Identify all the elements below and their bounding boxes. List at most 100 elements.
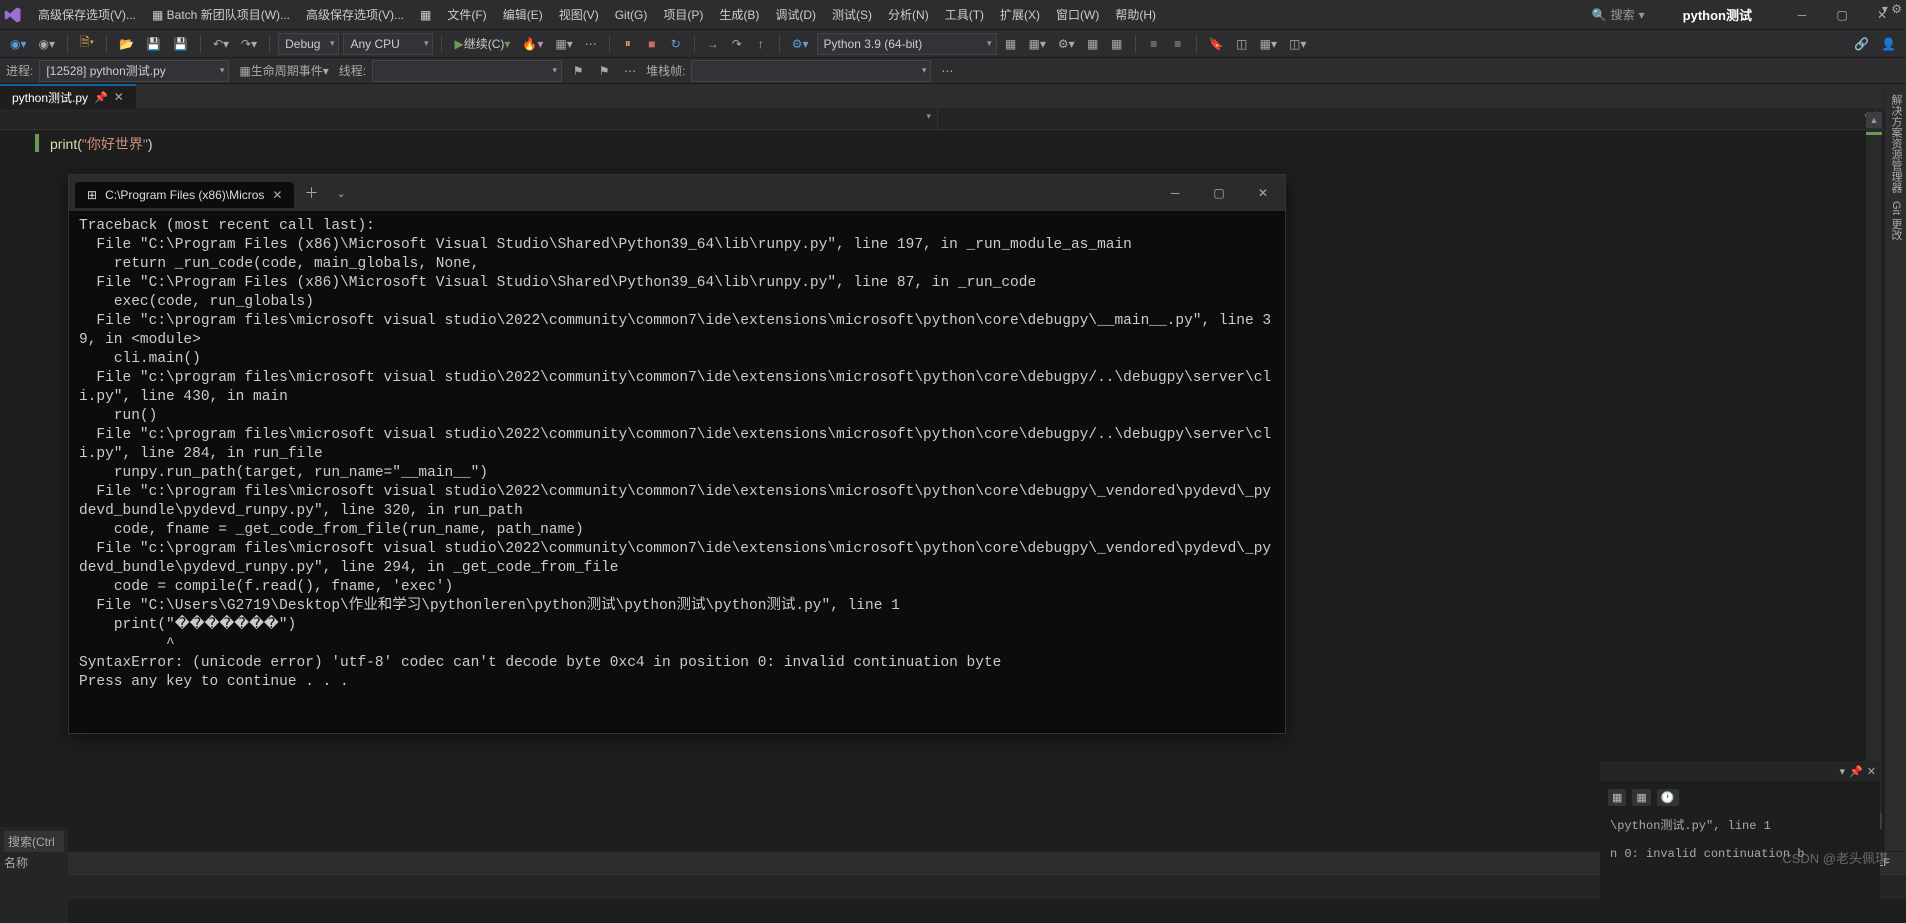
t3[interactable]: ⚙▾ (1054, 33, 1079, 55)
flag1-icon[interactable]: ⚑ (568, 60, 588, 82)
share-button[interactable]: 🔗 (1850, 33, 1873, 55)
title-extra-1[interactable]: 高级保存选项(V)... (30, 2, 144, 27)
nav-fwd-button[interactable]: ◉▾ (35, 33, 60, 55)
watermark: CSDN @老头佩琪 (1782, 848, 1888, 867)
python-env-dropdown[interactable]: Python 3.9 (64-bit) (817, 33, 997, 55)
step-out-button[interactable]: ↑ (751, 33, 771, 55)
nav-scope-dropdown[interactable] (0, 108, 938, 129)
t1[interactable]: ▦ (1001, 33, 1021, 55)
stack-more-icon[interactable]: ⋯ (937, 60, 957, 82)
lifecycle-button[interactable]: ▦ 生命周期事件 ▾ (235, 60, 332, 82)
project-name: python测试 (1653, 5, 1782, 24)
menu-test[interactable]: 测试(S) (824, 2, 880, 27)
t4[interactable]: ▦ (1083, 33, 1103, 55)
title-extra-2[interactable]: ▦ Batch 新团队项目(W)... (144, 2, 298, 27)
menu-git[interactable]: Git(G) (607, 4, 656, 26)
misc-button[interactable]: ⋯ (581, 33, 601, 55)
output-panel: ▦ ▦ 🕐 \python测试.py", line 1 n 0: invalid… (1600, 781, 1880, 899)
vs-logo-icon (4, 6, 22, 24)
menu-project[interactable]: 项目(P) (655, 2, 711, 27)
config-dropdown[interactable]: Debug (278, 33, 339, 55)
br-icon-2[interactable]: ▦ (1632, 789, 1650, 806)
account-button[interactable]: 👤 (1877, 33, 1900, 55)
menu-build[interactable]: 生成(B) (711, 2, 767, 27)
platform-dropdown[interactable]: Any CPU (343, 33, 433, 55)
restart-button[interactable]: ↻ (666, 33, 686, 55)
br-icon-3[interactable]: 🕐 (1657, 789, 1679, 806)
t5[interactable]: ▦ (1107, 33, 1127, 55)
title-extra-icon[interactable]: ▦ (412, 4, 439, 26)
panel-pin-icon[interactable]: 📌 (1849, 765, 1863, 778)
menu-tools[interactable]: 工具(T) (937, 2, 992, 27)
thread-dropdown[interactable] (372, 60, 562, 82)
search-icon: 🔍 (1592, 8, 1607, 22)
side-tool-strip[interactable]: 解决方案资源管理器 Git 更改 (1884, 88, 1906, 851)
menu-help[interactable]: 帮助(H) (1107, 2, 1164, 27)
terminal-maximize-button[interactable]: ▢ (1197, 175, 1241, 211)
menu-debug[interactable]: 调试(D) (767, 2, 824, 27)
step-over-button[interactable]: ↷ (727, 33, 747, 55)
process-dropdown[interactable]: [12528] python测试.py (39, 60, 229, 82)
cmd-icon: ⊞ (87, 188, 97, 202)
search-box[interactable]: 🔍 搜索▾ (1584, 6, 1653, 23)
menu-extensions[interactable]: 扩展(X) (992, 2, 1048, 27)
solution-explorer-tab[interactable]: 解决方案资源管理器 (1887, 94, 1904, 193)
file-tab[interactable]: python测试.py 📌 ✕ (0, 84, 136, 109)
t2[interactable]: ▦▾ (1025, 33, 1050, 55)
nav-bar: ✚ (0, 108, 1906, 130)
terminal-new-tab-button[interactable]: ＋ (294, 177, 328, 209)
terminal-dropdown-icon[interactable]: ⌄ (328, 181, 353, 206)
terminal-minimize-button[interactable]: ─ (1153, 175, 1197, 211)
title-extra-3[interactable]: 高级保存选项(V)... (298, 2, 412, 27)
tab-gear-icon[interactable]: ▾ ⚙ (1882, 2, 1902, 16)
menu-analyze[interactable]: 分析(N) (880, 2, 937, 27)
editor-scrollbar[interactable]: ▲ ▼ (1866, 112, 1882, 829)
panel-dropdown-icon[interactable]: ▾ (1840, 765, 1846, 778)
menu-edit[interactable]: 编辑(E) (495, 2, 551, 27)
t6[interactable]: ≡ (1144, 33, 1164, 55)
nav-back-button[interactable]: ◉▾ (6, 33, 31, 55)
tab-close-icon[interactable]: ✕ (114, 90, 124, 104)
terminal-tab[interactable]: ⊞ C:\Program Files (x86)\Micros ✕ (75, 182, 294, 208)
t10[interactable]: ▦▾ (1256, 33, 1281, 55)
nav-member-dropdown[interactable] (938, 108, 1876, 129)
br-icon-1[interactable]: ▦ (1608, 789, 1626, 806)
output-panel-header: ▾ 📌 ✕ (1600, 761, 1880, 781)
continue-button[interactable]: ▶ 继续(C) ▾ (450, 33, 514, 55)
t11[interactable]: ◫▾ (1285, 33, 1310, 55)
panel-close-icon[interactable]: ✕ (1867, 765, 1876, 778)
menu-window[interactable]: 窗口(W) (1048, 2, 1107, 27)
hot-reload-button[interactable]: 🔥▾ (518, 33, 547, 55)
pin-icon[interactable]: 📌 (94, 91, 108, 104)
open-button[interactable]: 📂 (115, 33, 138, 55)
t9[interactable]: ◫ (1232, 33, 1252, 55)
git-changes-tab[interactable]: Git 更改 (1887, 201, 1904, 240)
env-icon[interactable]: ⚙▾ (788, 33, 813, 55)
new-project-button[interactable]: 🗎▾ (76, 33, 98, 55)
undo-button[interactable]: ↶▾ (209, 33, 233, 55)
redo-button[interactable]: ↷▾ (237, 33, 261, 55)
menu-file[interactable]: 文件(F) (439, 2, 494, 27)
browser-button[interactable]: ▦▾ (551, 33, 576, 55)
flag2-icon[interactable]: ⚑ (594, 60, 614, 82)
menu-view[interactable]: 视图(V) (551, 2, 607, 27)
terminal-tab-close-icon[interactable]: ✕ (272, 188, 282, 202)
terminal-close-button[interactable]: ✕ (1241, 175, 1285, 211)
t7[interactable]: ≡ (1168, 33, 1188, 55)
terminal-output[interactable]: Traceback (most recent call last): File … (69, 211, 1285, 733)
t8[interactable]: 🔖 (1205, 33, 1228, 55)
thread-label: 线程: (339, 62, 366, 79)
step-into-button[interactable]: → (703, 33, 723, 55)
maximize-button[interactable]: ▢ (1822, 0, 1862, 30)
flag3-icon[interactable]: ⋯ (620, 60, 640, 82)
scroll-up-icon[interactable]: ▲ (1866, 112, 1882, 128)
change-marker (35, 134, 39, 152)
minimize-button[interactable]: ─ (1782, 0, 1822, 30)
stop-button[interactable]: ■ (642, 33, 662, 55)
stack-dropdown[interactable] (691, 60, 931, 82)
code-editor[interactable]: print("你好世界") (0, 130, 1906, 160)
save-all-button[interactable]: 💾 (169, 33, 192, 55)
save-button[interactable]: 💾 (142, 33, 165, 55)
search-field[interactable]: 搜索(Ctrl (4, 831, 64, 852)
pause-button[interactable]: ⏸ (618, 33, 638, 55)
